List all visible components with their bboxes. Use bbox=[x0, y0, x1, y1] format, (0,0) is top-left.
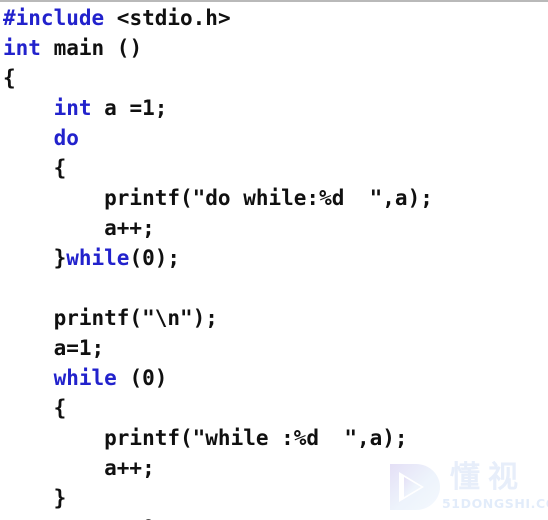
code-line-17-text: } bbox=[3, 486, 67, 510]
code-line-7-text: printf("do while:%d ",a); bbox=[3, 186, 433, 210]
code-line-5-indent bbox=[3, 126, 54, 150]
code-line-5: do bbox=[0, 123, 548, 153]
code-line-9: }while(0); bbox=[0, 243, 548, 273]
code-line-1-rest: <stdio.h> bbox=[104, 6, 231, 30]
code-line-4: int a =1; bbox=[0, 93, 548, 123]
code-line-14: { bbox=[0, 393, 548, 423]
code-line-3-text: { bbox=[3, 66, 16, 90]
code-line-8: a++; bbox=[0, 213, 548, 243]
keyword-int-decl: int bbox=[53, 96, 92, 120]
keyword-int-main: int bbox=[3, 36, 41, 60]
source-code-block: #include <stdio.h> int main () { int a =… bbox=[0, 2, 548, 520]
code-line-1: #include <stdio.h> bbox=[0, 3, 548, 33]
code-line-9-rest: (0); bbox=[129, 246, 181, 270]
code-line-4-rest: a =1; bbox=[91, 96, 168, 120]
code-line-4-indent bbox=[3, 96, 54, 120]
code-line-16-text: a++; bbox=[3, 456, 155, 480]
code-line-6-text: { bbox=[3, 156, 67, 180]
code-line-6: { bbox=[0, 153, 548, 183]
code-line-15-text: printf("while :%d ",a); bbox=[3, 426, 408, 450]
code-line-11-text: printf("\n"); bbox=[3, 306, 218, 330]
code-line-18: return 0; bbox=[0, 513, 548, 520]
code-line-13-indent bbox=[3, 366, 54, 390]
code-line-12: a=1; bbox=[0, 333, 548, 363]
keyword-while: while bbox=[53, 366, 117, 390]
keyword-include: #include bbox=[3, 6, 105, 30]
code-line-11: printf("\n"); bbox=[0, 303, 548, 333]
code-line-18-rest: 0; bbox=[129, 516, 167, 520]
code-line-13-rest: (0) bbox=[116, 366, 168, 390]
code-line-10-blank bbox=[0, 273, 548, 303]
code-line-16: a++; bbox=[0, 453, 548, 483]
code-line-8-text: a++; bbox=[3, 216, 155, 240]
code-line-10-text bbox=[3, 276, 16, 300]
code-line-17: } bbox=[0, 483, 548, 513]
keyword-return: return bbox=[54, 516, 130, 520]
code-line-3: { bbox=[0, 63, 548, 93]
keyword-while-do: while bbox=[66, 246, 130, 270]
code-line-15: printf("while :%d ",a); bbox=[0, 423, 548, 453]
code-line-13: while (0) bbox=[0, 363, 548, 393]
keyword-do: do bbox=[53, 126, 79, 150]
code-line-18-indent bbox=[3, 516, 54, 520]
code-line-14-text: { bbox=[3, 396, 67, 420]
code-line-2: int main () bbox=[0, 33, 548, 63]
code-line-9-indent: } bbox=[3, 246, 67, 270]
code-line-2-rest: main () bbox=[40, 36, 143, 60]
code-editor-surface: #include <stdio.h> int main () { int a =… bbox=[0, 0, 548, 520]
code-line-12-text: a=1; bbox=[3, 336, 105, 360]
code-line-7: printf("do while:%d ",a); bbox=[0, 183, 548, 213]
